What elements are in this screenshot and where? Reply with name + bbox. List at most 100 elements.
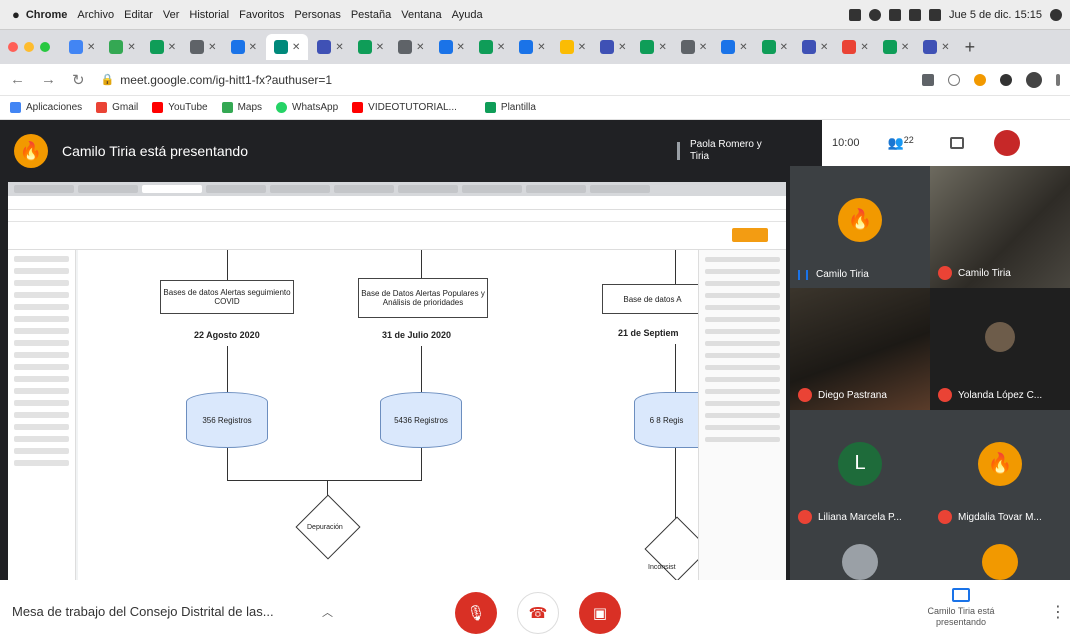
meeting-title[interactable]: Mesa de trabajo del Consejo Distrital de… xyxy=(12,604,332,619)
bookmark-item[interactable]: Gmail xyxy=(96,102,138,113)
close-tab-icon[interactable]: ✕ xyxy=(416,42,424,53)
participant-tile[interactable] xyxy=(790,532,930,580)
close-tab-icon[interactable]: ✕ xyxy=(168,42,176,53)
close-tab-icon[interactable]: ✕ xyxy=(658,42,666,53)
menu-app-name[interactable]: Chrome xyxy=(26,9,68,21)
wifi-icon[interactable] xyxy=(909,8,922,21)
browser-tab[interactable]: ✕ xyxy=(595,34,631,60)
browser-tab[interactable]: ✕ xyxy=(635,34,671,60)
close-tab-icon[interactable]: ✕ xyxy=(578,42,586,53)
chat-icon[interactable] xyxy=(949,137,964,149)
close-tab-icon[interactable]: ✕ xyxy=(537,42,545,53)
presenting-indicator[interactable]: Camilo Tiria está presentando xyxy=(916,588,1006,628)
bookmark-item[interactable]: WhatsApp xyxy=(276,102,338,113)
browser-tab[interactable]: ✕ xyxy=(434,34,470,60)
bookmark-item[interactable]: Plantilla xyxy=(484,102,536,113)
bookmark-item[interactable]: Aplicaciones xyxy=(10,102,82,113)
close-tab-icon[interactable]: ✕ xyxy=(901,42,909,53)
volume-icon[interactable] xyxy=(929,8,942,21)
browser-tab[interactable]: ✕ xyxy=(393,34,429,60)
close-tab-icon[interactable]: ✕ xyxy=(292,42,300,53)
browser-tab[interactable]: ✕ xyxy=(555,34,591,60)
close-tab-icon[interactable]: ✕ xyxy=(376,42,384,53)
participant-tile[interactable]: 🔥 Migdalia Tovar M... xyxy=(930,410,1070,532)
menu-historial[interactable]: Historial xyxy=(189,9,229,21)
extension-icon[interactable] xyxy=(1000,73,1012,86)
close-tab-icon[interactable]: ✕ xyxy=(208,42,216,53)
participant-tile[interactable]: Yolanda López C... xyxy=(930,288,1070,410)
close-tab-icon[interactable]: ✕ xyxy=(941,42,949,53)
menu-archivo[interactable]: Archivo xyxy=(77,9,114,21)
menu-kebab-icon[interactable] xyxy=(1056,73,1060,86)
close-tab-icon[interactable]: ✕ xyxy=(699,42,707,53)
profile-avatar[interactable] xyxy=(1026,71,1042,88)
close-tab-icon[interactable]: ✕ xyxy=(127,42,135,53)
minimize-window-icon[interactable] xyxy=(24,42,34,52)
more-options-icon[interactable]: ⋮ xyxy=(1050,602,1066,622)
browser-tab[interactable]: ✕ xyxy=(716,34,752,60)
participant-tile[interactable]: Camilo Tiria xyxy=(930,166,1070,288)
participant-tile[interactable]: 🔥 Camilo Tiria xyxy=(790,166,930,288)
close-tab-icon[interactable]: ✕ xyxy=(618,42,626,53)
browser-tab-active[interactable]: ✕ xyxy=(265,34,309,60)
menu-ventana[interactable]: Ventana xyxy=(401,9,441,21)
close-tab-icon[interactable]: ✕ xyxy=(87,42,95,53)
browser-tab[interactable]: ✕ xyxy=(226,34,262,60)
browser-tab[interactable]: ✕ xyxy=(185,34,221,60)
close-tab-icon[interactable]: ✕ xyxy=(249,42,257,53)
status-icon[interactable] xyxy=(889,8,902,21)
menu-pestana[interactable]: Pestaña xyxy=(351,9,391,21)
maximize-window-icon[interactable] xyxy=(40,42,50,52)
bookmark-item[interactable]: VIDEOTUTORIAL... xyxy=(352,102,457,113)
browser-tab[interactable]: ✕ xyxy=(145,34,181,60)
menu-ayuda[interactable]: Ayuda xyxy=(452,9,483,21)
browser-tab[interactable]: ✕ xyxy=(104,34,140,60)
self-avatar[interactable] xyxy=(993,130,1020,156)
extension-icon[interactable] xyxy=(922,73,934,86)
browser-tab[interactable]: ✕ xyxy=(878,34,914,60)
browser-tab[interactable]: ✕ xyxy=(837,34,873,60)
close-tab-icon[interactable]: ✕ xyxy=(457,42,465,53)
pin-icon[interactable] xyxy=(677,142,680,160)
close-tab-icon[interactable]: ✕ xyxy=(739,42,747,53)
browser-tab[interactable]: ✕ xyxy=(64,34,100,60)
mic-button[interactable]: 🎙 xyxy=(455,592,497,634)
apple-icon[interactable]: ● xyxy=(12,7,20,22)
browser-tab[interactable]: ✕ xyxy=(474,34,510,60)
search-icon[interactable] xyxy=(1050,8,1062,21)
lock-icon[interactable]: 🔒 xyxy=(101,73,115,86)
bookmark-item[interactable]: Maps xyxy=(221,102,262,113)
browser-tab[interactable]: ✕ xyxy=(676,34,712,60)
reload-icon[interactable]: ↻ xyxy=(72,71,85,89)
participant-tile[interactable] xyxy=(930,532,1070,580)
star-icon[interactable] xyxy=(948,73,960,86)
close-window-icon[interactable] xyxy=(8,42,18,52)
participant-tile[interactable]: Diego Pastrana xyxy=(790,288,930,410)
menu-editar[interactable]: Editar xyxy=(124,9,153,21)
menu-personas[interactable]: Personas xyxy=(294,9,340,21)
browser-tab[interactable]: ✕ xyxy=(757,34,793,60)
close-tab-icon[interactable]: ✕ xyxy=(497,42,505,53)
close-tab-icon[interactable]: ✕ xyxy=(780,42,788,53)
participant-tile[interactable]: L Liliana Marcela P... xyxy=(790,410,930,532)
menu-clock[interactable]: Jue 5 de dic. 15:15 xyxy=(949,9,1042,21)
camera-button[interactable]: ▣ xyxy=(579,592,621,634)
back-icon[interactable]: ← xyxy=(10,71,25,88)
new-tab-icon[interactable]: + xyxy=(965,37,976,58)
browser-tab[interactable]: ✕ xyxy=(514,34,550,60)
hangup-button[interactable]: ☎ xyxy=(517,592,559,634)
menu-ver[interactable]: Ver xyxy=(163,9,180,21)
url-field[interactable]: 🔒 meet.google.com/ig-hitt1-fx?authuser=1 xyxy=(101,68,922,92)
close-tab-icon[interactable]: ✕ xyxy=(860,42,868,53)
close-tab-icon[interactable]: ✕ xyxy=(820,42,828,53)
extension-icon[interactable] xyxy=(974,73,986,86)
participants-button[interactable]: 👥22 xyxy=(888,135,914,151)
close-tab-icon[interactable]: ✕ xyxy=(335,42,343,53)
browser-tab[interactable]: ✕ xyxy=(312,34,348,60)
bookmark-item[interactable]: YouTube xyxy=(152,102,208,113)
browser-tab[interactable]: ✕ xyxy=(797,34,833,60)
chevron-up-icon[interactable]: ︿ xyxy=(322,604,333,620)
status-icon[interactable] xyxy=(869,8,882,21)
browser-tab[interactable]: ✕ xyxy=(918,34,954,60)
menu-favoritos[interactable]: Favoritos xyxy=(239,9,284,21)
